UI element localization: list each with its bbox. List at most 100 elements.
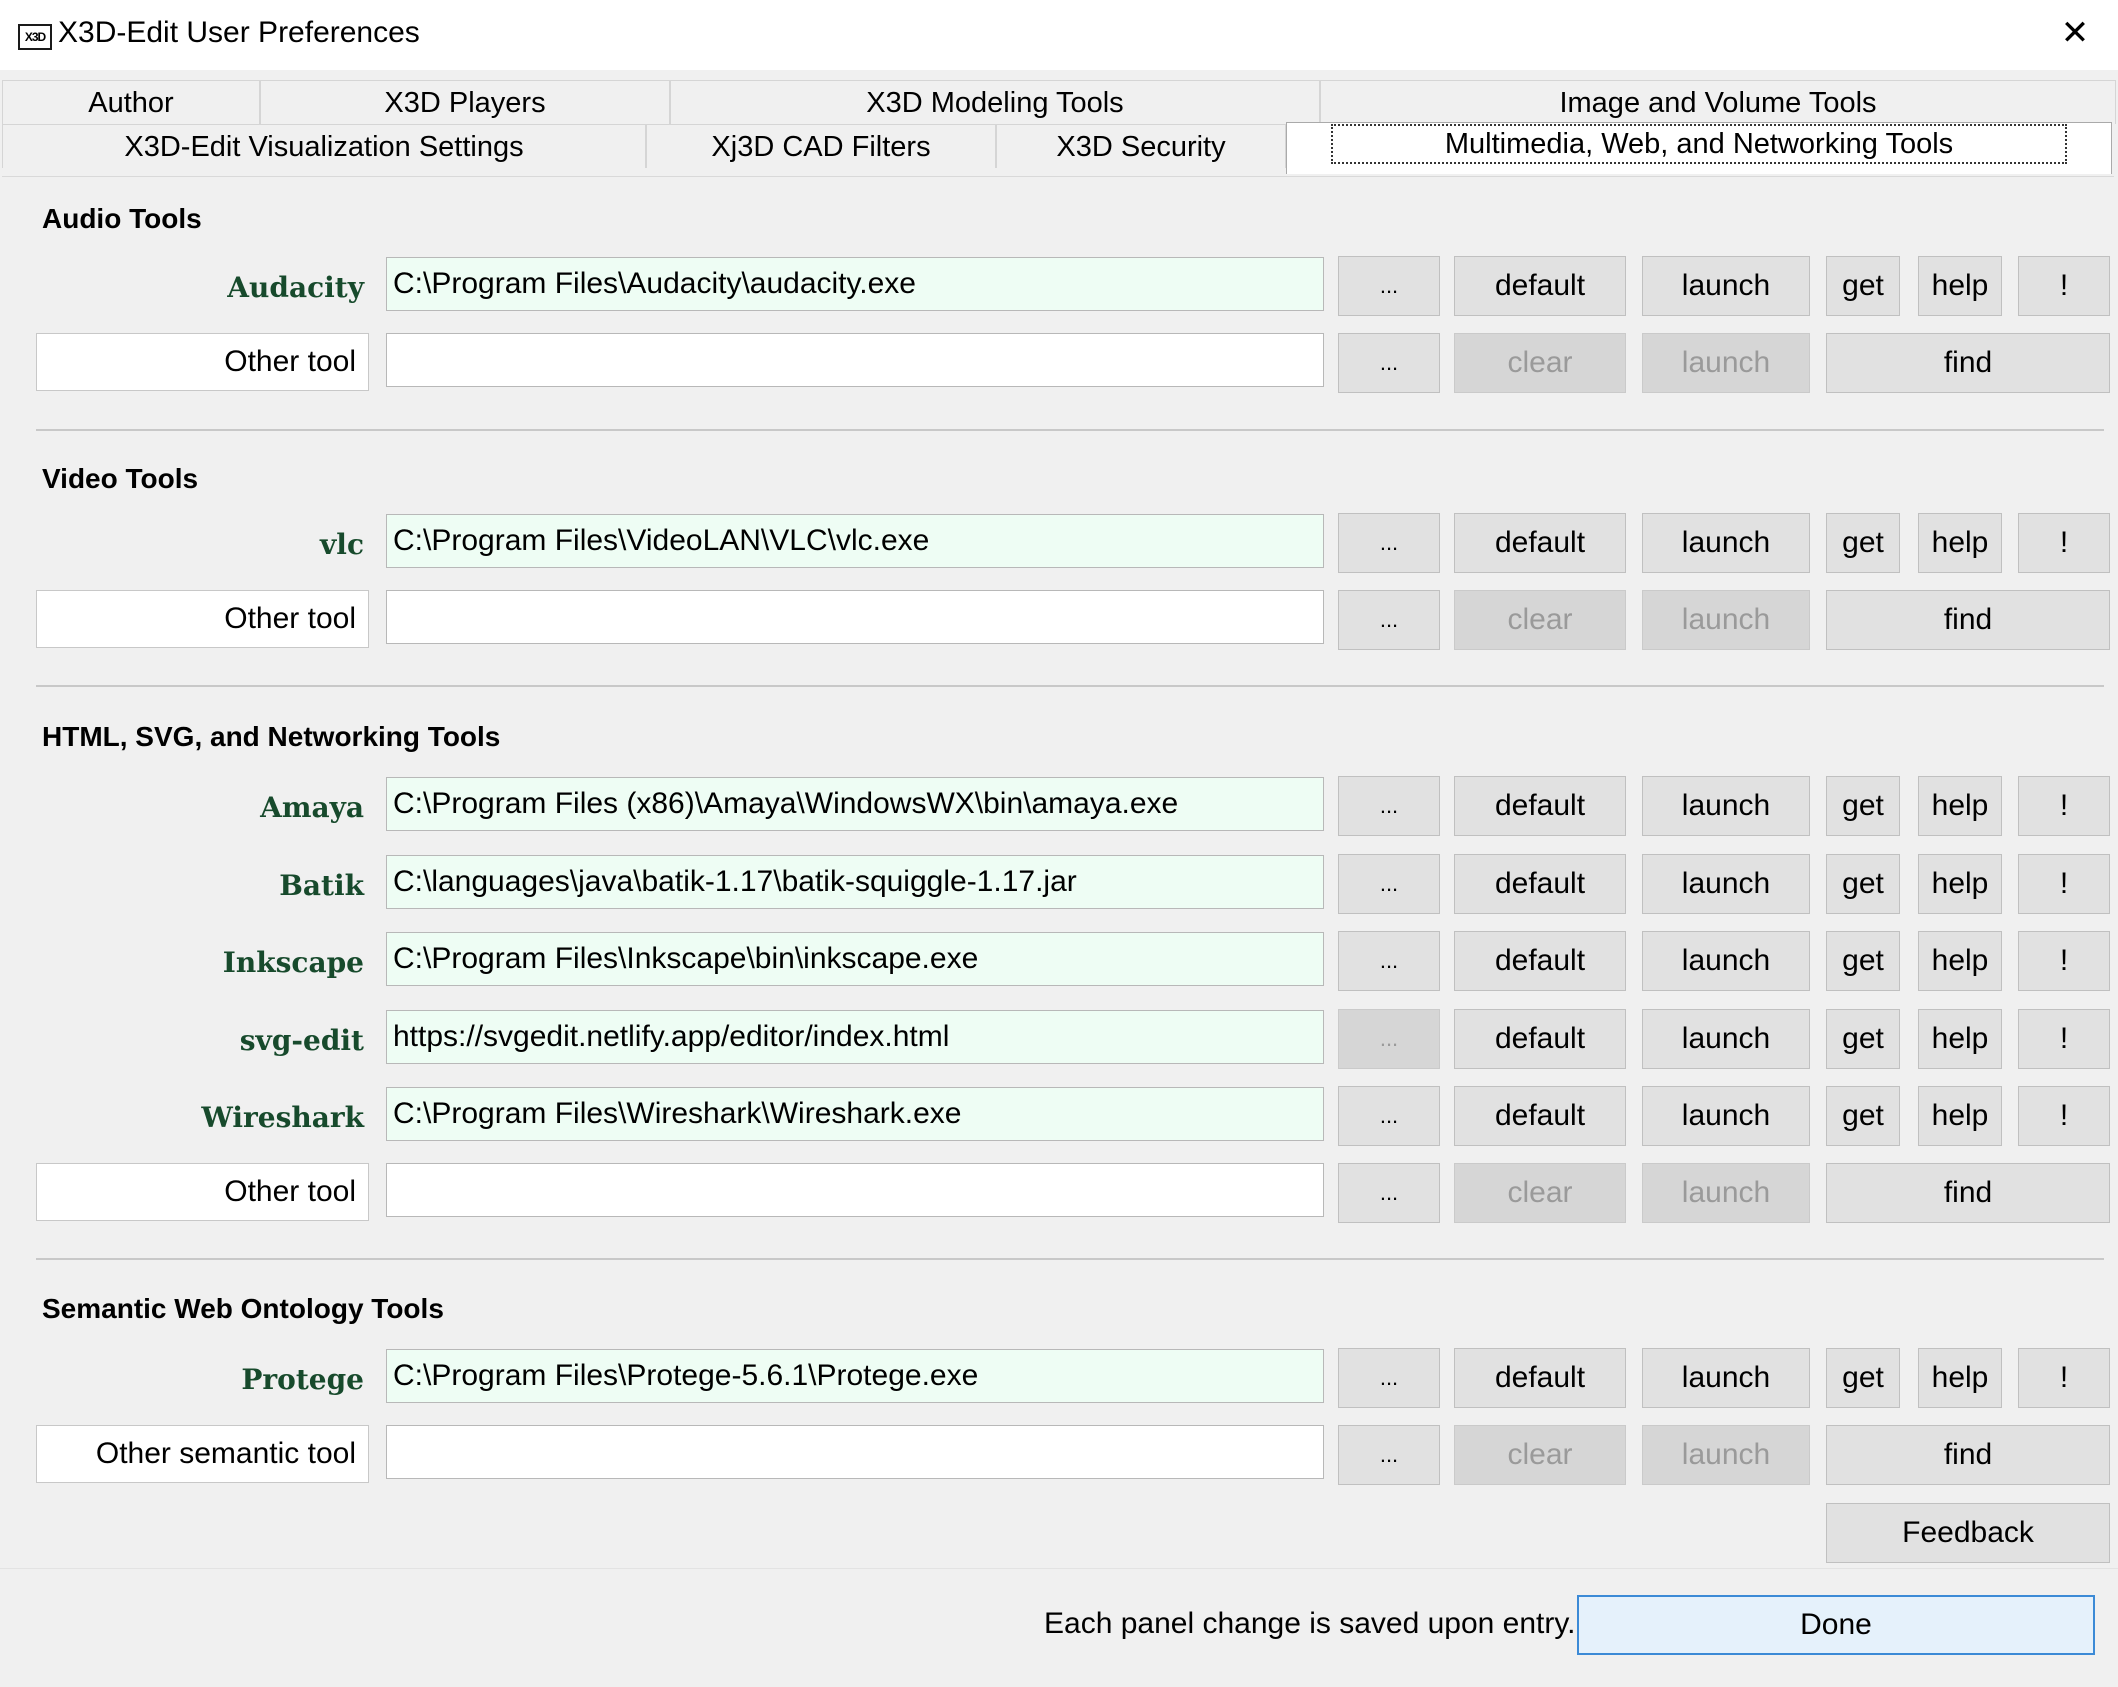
wireshark-info-button[interactable]: ! bbox=[2018, 1086, 2110, 1146]
audacity-info-button[interactable]: ! bbox=[2018, 256, 2110, 316]
wireshark-path-field[interactable]: C:\Program Files\Wireshark\Wireshark.exe bbox=[386, 1087, 1324, 1141]
audacity-launch-button[interactable]: launch bbox=[1642, 256, 1810, 316]
audacity-default-button[interactable]: default bbox=[1454, 256, 1626, 316]
audio-other-launch-button[interactable]: launch bbox=[1642, 333, 1810, 393]
vlc-launch-button[interactable]: launch bbox=[1642, 513, 1810, 573]
vlc-info-button[interactable]: ! bbox=[2018, 513, 2110, 573]
svg-edit-launch-button[interactable]: launch bbox=[1642, 1009, 1810, 1069]
video-other-clear-button[interactable]: clear bbox=[1454, 590, 1626, 650]
vlc-help-button[interactable]: help bbox=[1918, 513, 2002, 573]
wireshark-help-button[interactable]: help bbox=[1918, 1086, 2002, 1146]
amaya-help-button[interactable]: help bbox=[1918, 776, 2002, 836]
inkscape-browse-button[interactable]: ... bbox=[1338, 931, 1440, 991]
protege-path-field[interactable]: C:\Program Files\Protege-5.6.1\Protege.e… bbox=[386, 1349, 1324, 1403]
semantic-other-launch-button[interactable]: launch bbox=[1642, 1425, 1810, 1485]
html-other-find-button[interactable]: find bbox=[1826, 1163, 2110, 1223]
protege-launch-button[interactable]: launch bbox=[1642, 1348, 1810, 1408]
batik-help-button[interactable]: help bbox=[1918, 854, 2002, 914]
inkscape-get-button[interactable]: get bbox=[1826, 931, 1900, 991]
html-other-clear-button[interactable]: clear bbox=[1454, 1163, 1626, 1223]
protege-default-button[interactable]: default bbox=[1454, 1348, 1626, 1408]
batik-browse-button[interactable]: ... bbox=[1338, 854, 1440, 914]
vlc-path-field[interactable]: C:\Program Files\VideoLAN\VLC\vlc.exe bbox=[386, 514, 1324, 568]
amaya-get-button[interactable]: get bbox=[1826, 776, 1900, 836]
amaya-browse-button[interactable]: ... bbox=[1338, 776, 1440, 836]
tool-label-wireshark: Wireshark bbox=[201, 1101, 364, 1134]
html-other-launch-button[interactable]: launch bbox=[1642, 1163, 1810, 1223]
protege-help-button[interactable]: help bbox=[1918, 1348, 2002, 1408]
html-other-tool-field[interactable] bbox=[386, 1163, 1324, 1217]
protege-get-button[interactable]: get bbox=[1826, 1348, 1900, 1408]
audio-other-find-button[interactable]: find bbox=[1826, 333, 2110, 393]
svg-edit-get-button[interactable]: get bbox=[1826, 1009, 1900, 1069]
audio-other-tool-field[interactable] bbox=[386, 333, 1324, 387]
semantic-other-tool-label[interactable]: Other semantic tool bbox=[36, 1425, 369, 1483]
section-divider bbox=[36, 429, 2104, 431]
tab-image-volume-tools[interactable]: Image and Volume Tools bbox=[1320, 80, 2116, 124]
batik-info-button[interactable]: ! bbox=[2018, 854, 2110, 914]
title-bar: X3D X3D-Edit User Preferences ✕ bbox=[0, 0, 2118, 70]
semantic-other-tool-field[interactable] bbox=[386, 1425, 1324, 1479]
inkscape-path-field[interactable]: C:\Program Files\Inkscape\bin\inkscape.e… bbox=[386, 932, 1324, 986]
batik-launch-button[interactable]: launch bbox=[1642, 854, 1810, 914]
amaya-launch-button[interactable]: launch bbox=[1642, 776, 1810, 836]
wireshark-launch-button[interactable]: launch bbox=[1642, 1086, 1810, 1146]
inkscape-info-button[interactable]: ! bbox=[2018, 931, 2110, 991]
svg-edit-browse-button[interactable]: ... bbox=[1338, 1009, 1440, 1069]
wireshark-browse-button[interactable]: ... bbox=[1338, 1086, 1440, 1146]
svg-edit-path-field[interactable]: https://svgedit.netlify.app/editor/index… bbox=[386, 1010, 1324, 1064]
tab-x3d-security[interactable]: X3D Security bbox=[996, 124, 1286, 168]
audacity-browse-button[interactable]: ... bbox=[1338, 256, 1440, 316]
video-other-browse-button[interactable]: ... bbox=[1338, 590, 1440, 650]
semantic-other-browse-button[interactable]: ... bbox=[1338, 1425, 1440, 1485]
html-other-browse-button[interactable]: ... bbox=[1338, 1163, 1440, 1223]
tab-label: X3D Players bbox=[384, 87, 546, 119]
batik-path-field[interactable]: C:\languages\java\batik-1.17\batik-squig… bbox=[386, 855, 1324, 909]
semantic-other-clear-button[interactable]: clear bbox=[1454, 1425, 1626, 1485]
inkscape-help-button[interactable]: help bbox=[1918, 931, 2002, 991]
tool-label-audacity: Audacity bbox=[227, 271, 364, 304]
audacity-help-button[interactable]: help bbox=[1918, 256, 2002, 316]
video-other-tool-field[interactable] bbox=[386, 590, 1324, 644]
semantic-other-find-button[interactable]: find bbox=[1826, 1425, 2110, 1485]
tab-xj3d-cad-filters[interactable]: Xj3D CAD Filters bbox=[646, 124, 996, 168]
feedback-button[interactable]: Feedback bbox=[1826, 1503, 2110, 1563]
amaya-info-button[interactable]: ! bbox=[2018, 776, 2110, 836]
video-other-launch-button[interactable]: launch bbox=[1642, 590, 1810, 650]
tab-author[interactable]: Author bbox=[2, 80, 260, 124]
audio-other-browse-button[interactable]: ... bbox=[1338, 333, 1440, 393]
svg-edit-help-button[interactable]: help bbox=[1918, 1009, 2002, 1069]
video-other-tool-label[interactable]: Other tool bbox=[36, 590, 369, 648]
wireshark-default-button[interactable]: default bbox=[1454, 1086, 1626, 1146]
wireshark-get-button[interactable]: get bbox=[1826, 1086, 1900, 1146]
audacity-get-button[interactable]: get bbox=[1826, 256, 1900, 316]
batik-get-button[interactable]: get bbox=[1826, 854, 1900, 914]
protege-browse-button[interactable]: ... bbox=[1338, 1348, 1440, 1408]
save-info-text: Each panel change is saved upon entry. bbox=[1044, 1607, 1576, 1640]
tab-multimedia-web-networking[interactable]: Multimedia, Web, and Networking Tools bbox=[1286, 122, 2112, 174]
svg-edit-info-button[interactable]: ! bbox=[2018, 1009, 2110, 1069]
inkscape-default-button[interactable]: default bbox=[1454, 931, 1626, 991]
tab-label: Image and Volume Tools bbox=[1559, 87, 1877, 119]
svg-edit-default-button[interactable]: default bbox=[1454, 1009, 1626, 1069]
vlc-default-button[interactable]: default bbox=[1454, 513, 1626, 573]
tab-x3d-players[interactable]: X3D Players bbox=[260, 80, 670, 124]
amaya-path-field[interactable]: C:\Program Files (x86)\Amaya\WindowsWX\b… bbox=[386, 777, 1324, 831]
done-button[interactable]: Done bbox=[1577, 1595, 2095, 1655]
close-icon[interactable]: ✕ bbox=[2052, 10, 2098, 56]
tab-visualization-settings[interactable]: X3D-Edit Visualization Settings bbox=[2, 124, 646, 168]
protege-info-button[interactable]: ! bbox=[2018, 1348, 2110, 1408]
vlc-get-button[interactable]: get bbox=[1826, 513, 1900, 573]
tab-x3d-modeling-tools[interactable]: X3D Modeling Tools bbox=[670, 80, 1320, 124]
video-other-find-button[interactable]: find bbox=[1826, 590, 2110, 650]
batik-default-button[interactable]: default bbox=[1454, 854, 1626, 914]
vlc-browse-button[interactable]: ... bbox=[1338, 513, 1440, 573]
audio-other-clear-button[interactable]: clear bbox=[1454, 333, 1626, 393]
tab-label: Author bbox=[88, 87, 174, 119]
audacity-path-field[interactable]: C:\Program Files\Audacity\audacity.exe bbox=[386, 257, 1324, 311]
html-other-tool-label[interactable]: Other tool bbox=[36, 1163, 369, 1221]
inkscape-launch-button[interactable]: launch bbox=[1642, 931, 1810, 991]
amaya-default-button[interactable]: default bbox=[1454, 776, 1626, 836]
tab-label: X3D Security bbox=[1056, 131, 1226, 163]
audio-other-tool-label[interactable]: Other tool bbox=[36, 333, 369, 391]
